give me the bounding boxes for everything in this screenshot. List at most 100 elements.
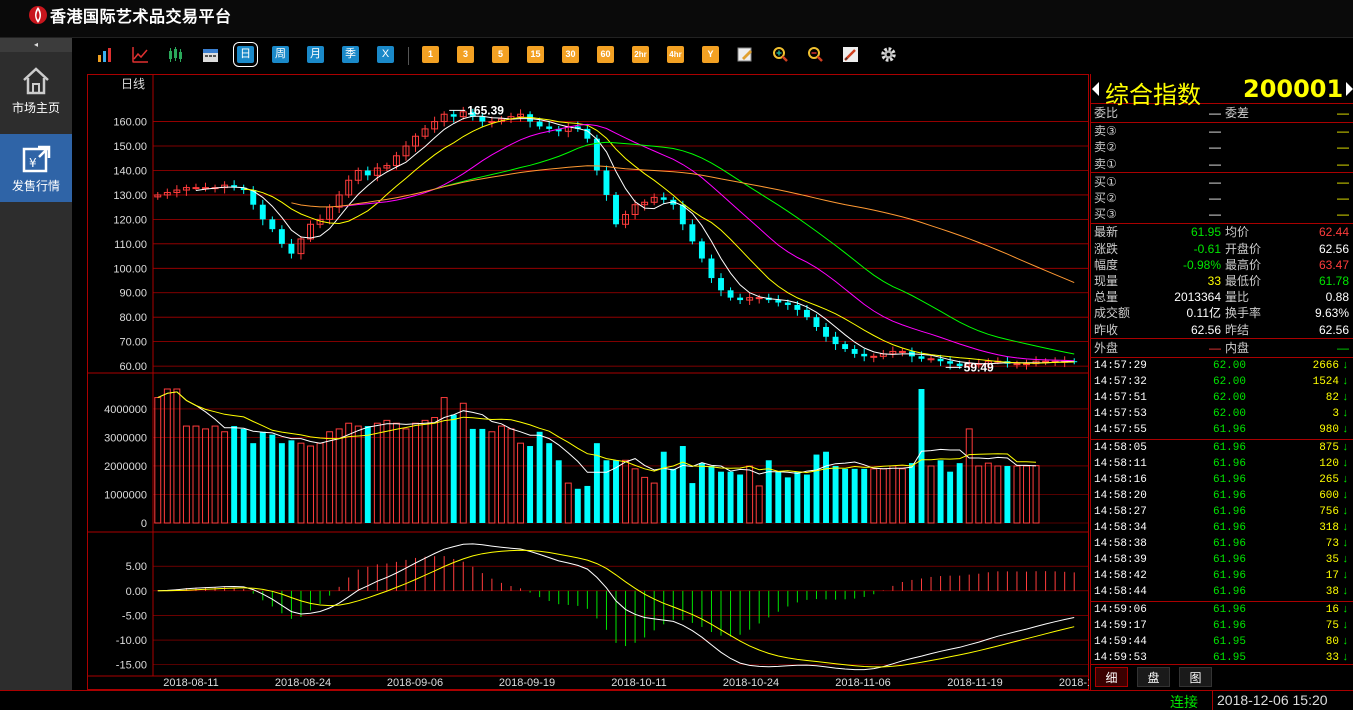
tick-direction: ↓ (1342, 490, 1349, 502)
tick-row: 14:58:39 61.96 35 ↓ (1091, 552, 1353, 568)
hour-4-button[interactable]: 4hr (667, 46, 684, 63)
edit-icon[interactable] (737, 46, 754, 63)
stat-label: 换手率 (1225, 306, 1262, 321)
ask-label: 卖① (1094, 156, 1117, 171)
stat-value: 62.56 (1318, 322, 1349, 337)
quote-header: 综合指数 200001 (1091, 74, 1353, 109)
year-button[interactable]: Y (702, 46, 719, 63)
tick-price: 61.96 (1212, 522, 1246, 534)
minute-60-button[interactable]: 60 (597, 46, 614, 63)
zoom-in-icon[interactable] (772, 46, 789, 63)
tick-row: 14:58:27 61.96 756 ↓ (1091, 504, 1353, 520)
ask-row: 卖① — — (1091, 156, 1353, 172)
zoom-out-icon[interactable] (807, 46, 824, 63)
tick-row: 14:58:16 61.96 265 ↓ (1091, 472, 1353, 488)
volume-bar (861, 468, 868, 523)
volume-bar (718, 471, 724, 523)
hour-2-button[interactable]: 2hr (632, 46, 649, 63)
volume-tick-label: 3000000 (104, 432, 147, 444)
prev-instrument-icon[interactable] (1092, 82, 1099, 96)
calendar-icon[interactable] (202, 46, 219, 63)
stat-row: 最新 61.95 均价 62.44 (1091, 224, 1353, 240)
volume-bar (459, 402, 467, 524)
candlestick-icon[interactable] (167, 46, 184, 63)
volume-bar (784, 477, 791, 523)
bid-price: — (1209, 174, 1221, 189)
candle-body (842, 344, 849, 349)
volume-bar (250, 443, 257, 523)
candle-body (737, 297, 744, 301)
price-tick-label: 100.00 (113, 263, 147, 275)
volume-bar (307, 445, 314, 524)
high-annotation: 165.39 (467, 103, 504, 117)
volume-bar (297, 442, 305, 524)
sidebar-item-release-quotes[interactable]: ¥ 发售行情 (0, 134, 72, 202)
tick-row: 14:58:05 61.96 875 ↓ (1091, 440, 1353, 456)
next-instrument-icon[interactable] (1346, 82, 1353, 96)
price-tick-label: 60.00 (119, 361, 147, 373)
tick-direction: ↓ (1342, 636, 1349, 648)
tab-detail[interactable]: 细 (1095, 667, 1128, 687)
stat-label: 总量 (1094, 290, 1119, 305)
volume-bar (469, 428, 476, 523)
period-quarter-button[interactable]: 季 (342, 46, 359, 63)
period-custom-button[interactable]: X (377, 46, 394, 63)
candle-body (755, 297, 763, 300)
tick-price: 61.96 (1212, 458, 1246, 470)
candle-body (450, 114, 457, 117)
tab-book[interactable]: 盘 (1137, 667, 1170, 687)
line-chart-icon[interactable] (132, 46, 149, 63)
macd-tick-label: -5.00 (122, 610, 147, 622)
period-day-button[interactable]: 日 (233, 42, 258, 67)
candle-body (192, 187, 200, 190)
status-datetime: 2018-12-06 15:20 (1217, 692, 1328, 708)
volume-bar (584, 485, 591, 523)
ask-price: — (1209, 140, 1221, 155)
volume-bar (278, 443, 285, 523)
bar-chart-icon[interactable] (97, 46, 114, 63)
volume-bar (803, 474, 810, 523)
kline-chart[interactable]: 日线 160.00 150.00 140.00 130.00 120.00 110.00 10… (87, 74, 1089, 690)
minute-15-button[interactable]: 15 (527, 46, 544, 63)
volume-bar (383, 419, 391, 524)
stat-row: 现量 33 最低价 61.78 (1091, 273, 1353, 289)
gear-icon[interactable] (880, 46, 897, 63)
period-week-button[interactable]: 周 (272, 46, 289, 63)
waipan-label: 外盘 (1094, 340, 1119, 355)
x-axis-date-label: 2018-08-24 (275, 677, 331, 689)
minute-5-button[interactable]: 5 (492, 46, 509, 63)
sidebar-item-market-home[interactable]: 市场主页 (0, 56, 72, 124)
tick-direction: ↓ (1342, 538, 1349, 550)
macd-tick-label: 0.00 (126, 586, 147, 598)
volume-bar (574, 488, 581, 523)
tick-time: 14:58:34 (1094, 522, 1147, 534)
minute-3-button[interactable]: 3 (457, 46, 474, 63)
stat-row: 昨收 62.56 昨结 62.56 (1091, 322, 1353, 338)
stat-label: 涨跌 (1094, 241, 1119, 256)
tick-time: 14:59:17 (1094, 620, 1147, 632)
candle-body (775, 300, 782, 303)
candle-body (937, 358, 944, 362)
tab-chart[interactable]: 图 (1179, 667, 1212, 687)
tick-row: 14:58:38 61.96 73 ↓ (1091, 536, 1353, 552)
tick-volume: 35 (1325, 554, 1339, 566)
tick-direction: ↓ (1342, 376, 1349, 388)
minute-1-button[interactable]: 1 (422, 46, 439, 63)
waipan-row: 外盘 — 内盘 — (1091, 340, 1353, 356)
volume-bar (679, 446, 686, 523)
collapse-sidebar-button[interactable]: ◂ (0, 38, 72, 52)
tick-direction: ↓ (1342, 620, 1349, 632)
ask-row: 卖③ — — (1091, 123, 1353, 139)
tick-price: 61.96 (1212, 620, 1246, 632)
candle-body (813, 317, 820, 327)
tick-price: 62.00 (1212, 392, 1246, 404)
volume-bar (689, 483, 696, 523)
minute-30-button[interactable]: 30 (562, 46, 579, 63)
period-month-button[interactable]: 月 (307, 46, 324, 63)
tick-direction: ↓ (1342, 474, 1349, 486)
draw-icon[interactable] (842, 46, 859, 63)
toolbar-separator (408, 47, 409, 65)
price-tick-label: 140.00 (113, 165, 147, 177)
volume-bar (259, 431, 266, 523)
bid-row: 买③ — — (1091, 206, 1353, 222)
